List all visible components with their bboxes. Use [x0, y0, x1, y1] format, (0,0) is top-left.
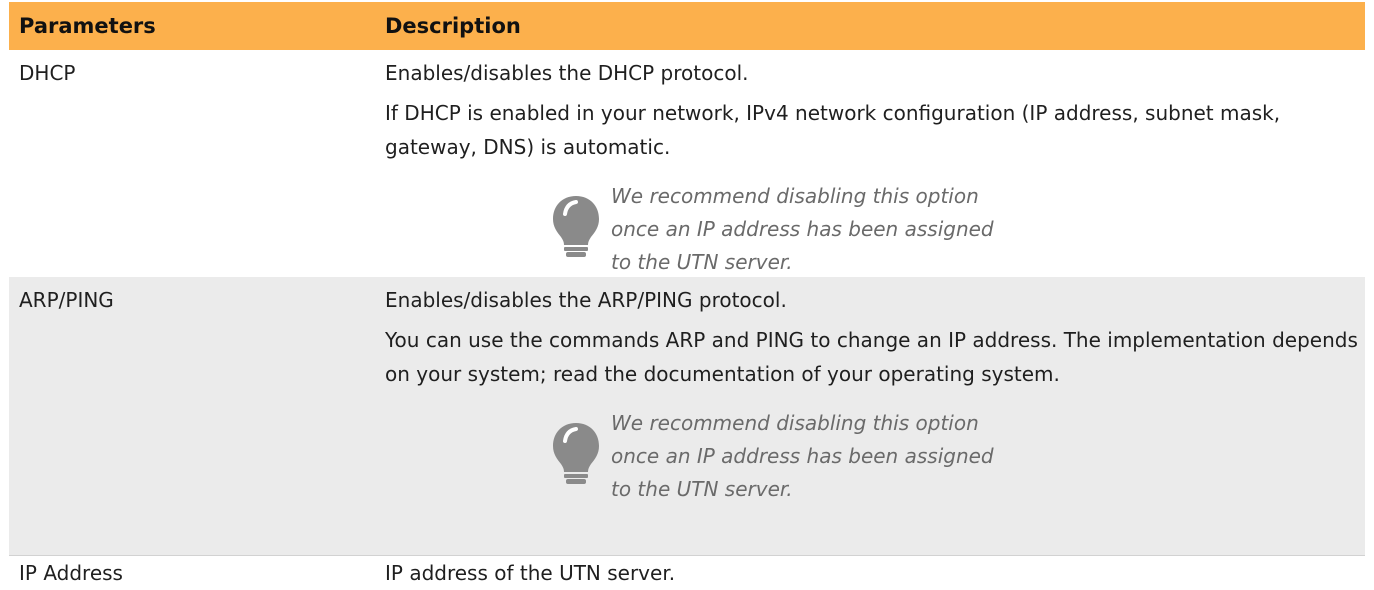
param-name: DHCP [19, 61, 76, 85]
param-description: IP address of the UTN server. [385, 556, 1365, 590]
param-description: Enables/disables the ARP/PING protocol. … [385, 277, 1365, 555]
param-name: ARP/PING [19, 288, 114, 312]
tip-note: We recommend disabling this option once … [551, 407, 1359, 506]
table-row: ARP/PING Enables/disables the ARP/PING p… [9, 277, 1365, 555]
tip-note: We recommend disabling this option once … [551, 180, 1359, 279]
table-row: IP Address IP address of the UTN server. [9, 555, 1365, 590]
tip-text: We recommend disabling this option once … [611, 411, 994, 501]
header-description: Description [385, 14, 521, 38]
description-line: Enables/disables the DHCP protocol. [385, 61, 749, 85]
table-header: Parameters Description [9, 0, 1365, 50]
header-parameters: Parameters [19, 14, 156, 38]
description-paragraph: You can use the commands ARP and PING to… [385, 328, 1358, 386]
param-name: IP Address [19, 561, 123, 585]
tip-text: We recommend disabling this option once … [611, 184, 994, 274]
lightbulb-icon [553, 423, 599, 484]
description-paragraph: If DHCP is enabled in your network, IPv4… [385, 101, 1281, 159]
lightbulb-icon [553, 196, 599, 257]
table-row: DHCP Enables/disables the DHCP protocol.… [9, 50, 1365, 277]
description-line: Enables/disables the ARP/PING protocol. [385, 288, 787, 312]
description-line: IP address of the UTN server. [385, 561, 676, 585]
parameters-table: Parameters Description DHCP Enables/disa… [9, 0, 1365, 590]
param-description: Enables/disables the DHCP protocol. If D… [385, 50, 1365, 277]
